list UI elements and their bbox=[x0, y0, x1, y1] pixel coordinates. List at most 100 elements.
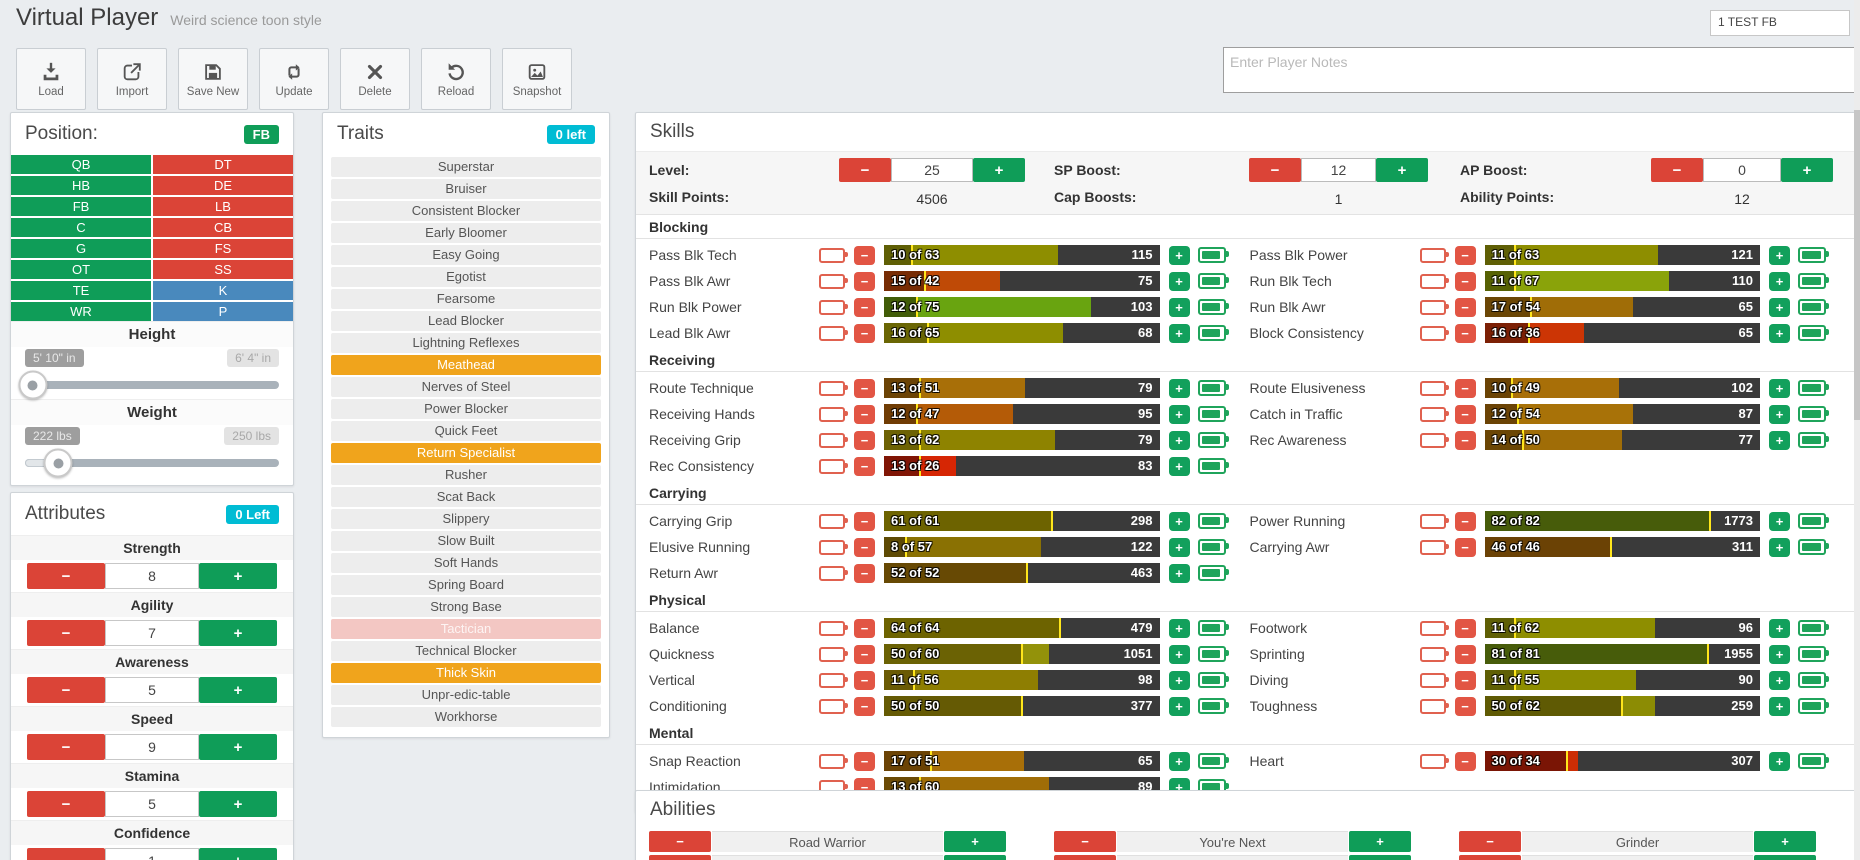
boost-battery-icon[interactable] bbox=[1798, 620, 1826, 636]
player-notes-input[interactable] bbox=[1223, 47, 1855, 93]
boost-battery-icon[interactable] bbox=[1198, 646, 1226, 662]
cap-boost-battery-icon[interactable] bbox=[1420, 673, 1446, 688]
skill-minus-button[interactable]: − bbox=[1455, 538, 1476, 557]
attribute-minus-button[interactable]: − bbox=[27, 620, 105, 646]
trait-tactician[interactable]: Tactician bbox=[331, 619, 601, 639]
ability-plus-button[interactable]: + bbox=[1754, 831, 1816, 852]
skill-plus-button[interactable]: + bbox=[1169, 379, 1190, 398]
trait-strong-base[interactable]: Strong Base bbox=[331, 597, 601, 617]
ability-minus-button[interactable]: − bbox=[1054, 831, 1116, 852]
cap-boost-battery-icon[interactable] bbox=[1420, 274, 1446, 289]
ability-plus-button[interactable]: + bbox=[1349, 831, 1411, 852]
ability-plus-button[interactable]: + bbox=[944, 855, 1006, 860]
skill-minus-button[interactable]: − bbox=[1455, 405, 1476, 424]
height-slider-handle[interactable] bbox=[18, 371, 47, 400]
trait-rusher[interactable]: Rusher bbox=[331, 465, 601, 485]
boost-battery-icon[interactable] bbox=[1798, 672, 1826, 688]
skill-minus-button[interactable]: − bbox=[854, 645, 875, 664]
cap-boost-battery-icon[interactable] bbox=[1420, 248, 1446, 263]
position-cell-fb[interactable]: FB bbox=[11, 197, 151, 216]
boost-battery-icon[interactable] bbox=[1198, 565, 1226, 581]
position-cell-de[interactable]: DE bbox=[153, 176, 293, 195]
boost-battery-icon[interactable] bbox=[1198, 513, 1226, 529]
load-button[interactable]: Load bbox=[16, 48, 86, 110]
boost-battery-icon[interactable] bbox=[1198, 432, 1226, 448]
skill-minus-button[interactable]: − bbox=[854, 564, 875, 583]
trait-return-specialist[interactable]: Return Specialist bbox=[331, 443, 601, 463]
position-cell-g[interactable]: G bbox=[11, 239, 151, 258]
skill-minus-button[interactable]: − bbox=[854, 272, 875, 291]
trait-power-blocker[interactable]: Power Blocker bbox=[331, 399, 601, 419]
boost-battery-icon[interactable] bbox=[1198, 247, 1226, 263]
boost-battery-icon[interactable] bbox=[1798, 646, 1826, 662]
trait-lead-blocker[interactable]: Lead Blocker bbox=[331, 311, 601, 331]
skill-minus-button[interactable]: − bbox=[854, 619, 875, 638]
boost-battery-icon[interactable] bbox=[1198, 672, 1226, 688]
cap-boost-battery-icon[interactable] bbox=[819, 326, 845, 341]
boost-battery-icon[interactable] bbox=[1798, 513, 1826, 529]
skill-minus-button[interactable]: − bbox=[854, 405, 875, 424]
delete-button[interactable]: Delete bbox=[340, 48, 410, 110]
skill-minus-button[interactable]: − bbox=[854, 324, 875, 343]
skill-minus-button[interactable]: − bbox=[854, 697, 875, 716]
boost-battery-icon[interactable] bbox=[1798, 247, 1826, 263]
trait-soft-hands[interactable]: Soft Hands bbox=[331, 553, 601, 573]
attribute-minus-button[interactable]: − bbox=[27, 677, 105, 703]
trait-meathead[interactable]: Meathead bbox=[331, 355, 601, 375]
ability-minus-button[interactable]: − bbox=[1054, 855, 1116, 860]
skill-minus-button[interactable]: − bbox=[1455, 645, 1476, 664]
position-cell-wr[interactable]: WR bbox=[11, 302, 151, 321]
boost-battery-icon[interactable] bbox=[1198, 406, 1226, 422]
skill-plus-button[interactable]: + bbox=[1769, 752, 1790, 771]
trait-spring-board[interactable]: Spring Board bbox=[331, 575, 601, 595]
weight-slider-track[interactable] bbox=[25, 459, 279, 467]
skill-plus-button[interactable]: + bbox=[1769, 671, 1790, 690]
skill-minus-button[interactable]: − bbox=[854, 457, 875, 476]
skill-minus-button[interactable]: − bbox=[1455, 671, 1476, 690]
cap-boost-battery-icon[interactable] bbox=[819, 621, 845, 636]
attribute-plus-button[interactable]: + bbox=[199, 791, 277, 817]
skill-plus-button[interactable]: + bbox=[1169, 619, 1190, 638]
attribute-minus-button[interactable]: − bbox=[27, 563, 105, 589]
skill-plus-button[interactable]: + bbox=[1769, 272, 1790, 291]
skill-plus-button[interactable]: + bbox=[1769, 405, 1790, 424]
position-cell-k[interactable]: K bbox=[153, 281, 293, 300]
position-cell-ss[interactable]: SS bbox=[153, 260, 293, 279]
trait-consistent-blocker[interactable]: Consistent Blocker bbox=[331, 201, 601, 221]
trait-slippery[interactable]: Slippery bbox=[331, 509, 601, 529]
attribute-minus-button[interactable]: − bbox=[27, 848, 105, 860]
position-cell-p[interactable]: P bbox=[153, 302, 293, 321]
boost-battery-icon[interactable] bbox=[1198, 458, 1226, 474]
skill-plus-button[interactable]: + bbox=[1769, 379, 1790, 398]
boost-battery-icon[interactable] bbox=[1198, 380, 1226, 396]
cap-boost-battery-icon[interactable] bbox=[819, 274, 845, 289]
cap-boost-battery-icon[interactable] bbox=[819, 300, 845, 315]
weight-slider-handle[interactable] bbox=[44, 449, 73, 478]
ability-minus-button[interactable]: − bbox=[649, 855, 711, 860]
skill-plus-button[interactable]: + bbox=[1769, 324, 1790, 343]
position-cell-dt[interactable]: DT bbox=[153, 155, 293, 174]
attribute-plus-button[interactable]: + bbox=[199, 677, 277, 703]
cap-boost-battery-icon[interactable] bbox=[819, 566, 845, 581]
trait-thick-skin[interactable]: Thick Skin bbox=[331, 663, 601, 683]
skill-plus-button[interactable]: + bbox=[1769, 697, 1790, 716]
import-button[interactable]: Import bbox=[97, 48, 167, 110]
skill-minus-button[interactable]: − bbox=[854, 298, 875, 317]
cap-boost-battery-icon[interactable] bbox=[819, 754, 845, 769]
cap-boost-battery-icon[interactable] bbox=[819, 699, 845, 714]
skill-plus-button[interactable]: + bbox=[1169, 298, 1190, 317]
skill-minus-button[interactable]: − bbox=[1455, 619, 1476, 638]
cap-boost-battery-icon[interactable] bbox=[819, 673, 845, 688]
trait-workhorse[interactable]: Workhorse bbox=[331, 707, 601, 727]
trait-egotist[interactable]: Egotist bbox=[331, 267, 601, 287]
trait-lightning-reflexes[interactable]: Lightning Reflexes bbox=[331, 333, 601, 353]
boost-battery-icon[interactable] bbox=[1198, 753, 1226, 769]
boost-battery-icon[interactable] bbox=[1198, 539, 1226, 555]
trait-easy-going[interactable]: Easy Going bbox=[331, 245, 601, 265]
boost-battery-icon[interactable] bbox=[1198, 273, 1226, 289]
boost-battery-icon[interactable] bbox=[1198, 299, 1226, 315]
boost-battery-icon[interactable] bbox=[1798, 698, 1826, 714]
trait-technical-blocker[interactable]: Technical Blocker bbox=[331, 641, 601, 661]
skill-minus-button[interactable]: − bbox=[854, 431, 875, 450]
trait-early-bloomer[interactable]: Early Bloomer bbox=[331, 223, 601, 243]
